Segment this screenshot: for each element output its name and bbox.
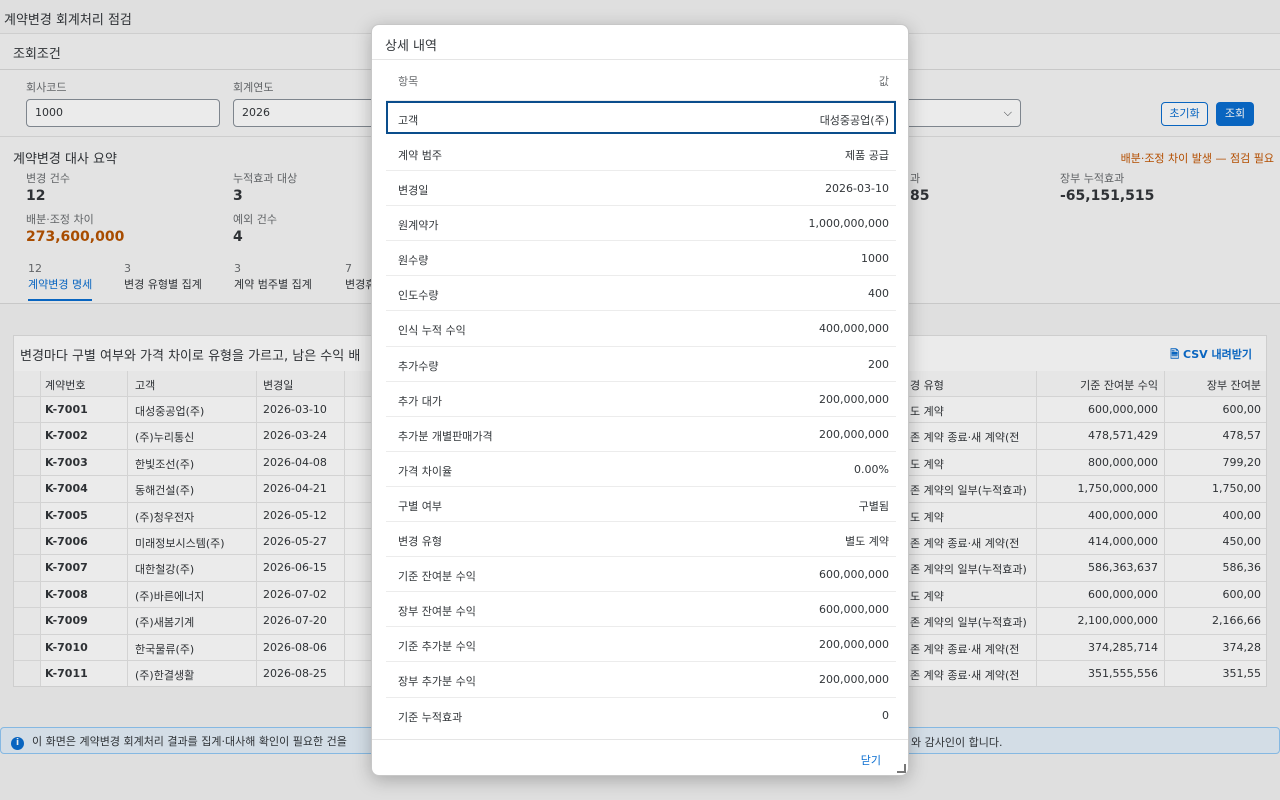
detail-row[interactable]: 추가수량 200	[386, 347, 896, 382]
detail-value: 1000	[861, 252, 889, 266]
detail-value: 200	[868, 357, 889, 371]
detail-label: 고객	[398, 114, 419, 127]
detail-value: 200,000,000	[819, 427, 889, 441]
dialog-body[interactable]: 항목 값 고객 대성중공업(주) 계약 범주 제품 공급변경일 2026-03-10 원계…	[386, 61, 896, 729]
detail-label: 원계약가	[398, 219, 439, 233]
detail-row[interactable]: 추가 대가 200,000,000	[386, 382, 896, 417]
detail-row[interactable]: 기준 추가분 수익 200,000,000	[386, 627, 896, 663]
detail-label: 장부 잔여분 수익	[398, 605, 476, 619]
detail-label: 원수량	[398, 254, 429, 268]
detail-row[interactable]: 가격 차이율 0.00%	[386, 452, 896, 487]
detail-row[interactable]: 기준 누적효과 0	[386, 698, 896, 730]
detail-label: 가격 차이율	[398, 464, 453, 478]
detail-row[interactable]: 변경 유형 별도 계약	[386, 522, 896, 558]
detail-value: 구별됨	[858, 499, 889, 513]
dialog-title: 상세 내역	[372, 25, 908, 60]
detail-row[interactable]: 기준 잔여분 수익 600,000,000	[386, 557, 896, 593]
detail-value: 600,000,000	[819, 568, 889, 582]
detail-label: 계약 범주	[398, 149, 442, 162]
detail-row[interactable]: 계약 범주 제품 공급	[386, 136, 896, 172]
detail-label: 추가 대가	[398, 394, 442, 408]
detail-row[interactable]: 장부 잔여분 수익 600,000,000	[386, 592, 896, 628]
detail-value: 600,000,000	[819, 603, 889, 617]
detail-row[interactable]: 원계약가 1,000,000,000	[386, 206, 896, 242]
detail-value: 400,000,000	[819, 322, 889, 336]
detail-value: 1,000,000,000	[808, 217, 889, 231]
resize-handle-icon[interactable]	[897, 764, 906, 773]
detail-row[interactable]: 장부 추가분 수익 200,000,000	[386, 662, 896, 698]
detail-header-row: 항목 값	[386, 61, 896, 101]
detail-value: 별도 계약	[845, 535, 889, 549]
close-button[interactable]: 닫기	[861, 752, 881, 768]
detail-row[interactable]: 추가분 개별판매가격 200,000,000	[386, 417, 896, 452]
detail-value: 대성중공업(주)	[819, 114, 889, 127]
detail-value: 200,000,000	[819, 392, 889, 406]
detail-label: 변경일	[398, 184, 429, 198]
detail-label: 구별 여부	[398, 499, 442, 513]
detail-label: 기준 잔여분 수익	[398, 570, 476, 584]
detail-label: 인도수량	[398, 289, 439, 303]
detail-value: 200,000,000	[819, 673, 889, 687]
detail-row[interactable]: 인도수량 400	[386, 276, 896, 312]
detail-value: 2026-03-10	[825, 182, 889, 196]
detail-label: 장부 추가분 수익	[398, 675, 476, 689]
detail-label: 기준 누적효과	[398, 710, 463, 724]
detail-label: 인식 누적 수익	[398, 324, 466, 338]
detail-label: 기준 추가분 수익	[398, 640, 476, 654]
detail-value: 0.00%	[854, 462, 889, 476]
detail-label: 변경 유형	[398, 535, 442, 549]
detail-dialog: 상세 내역 항목 값 고객 대성중공업(주) 계약 범주 제품 공급변경일 2026-0…	[371, 24, 909, 776]
detail-label: 추가분 개별판매가격	[398, 429, 493, 443]
detail-label: 추가수량	[398, 359, 439, 373]
detail-value: 400	[868, 287, 889, 301]
dialog-footer: 닫기	[372, 739, 908, 775]
detail-value: 200,000,000	[819, 638, 889, 652]
detail-row[interactable]: 인식 누적 수익 400,000,000	[386, 311, 896, 347]
detail-row[interactable]: 원수량 1000	[386, 241, 896, 277]
detail-row[interactable]: 변경일 2026-03-10	[386, 171, 896, 207]
detail-value: 제품 공급	[845, 149, 889, 162]
detail-row[interactable]: 고객 대성중공업(주)	[386, 101, 896, 134]
detail-value: 0	[882, 708, 889, 722]
detail-row[interactable]: 구별 여부 구별됨	[386, 487, 896, 523]
